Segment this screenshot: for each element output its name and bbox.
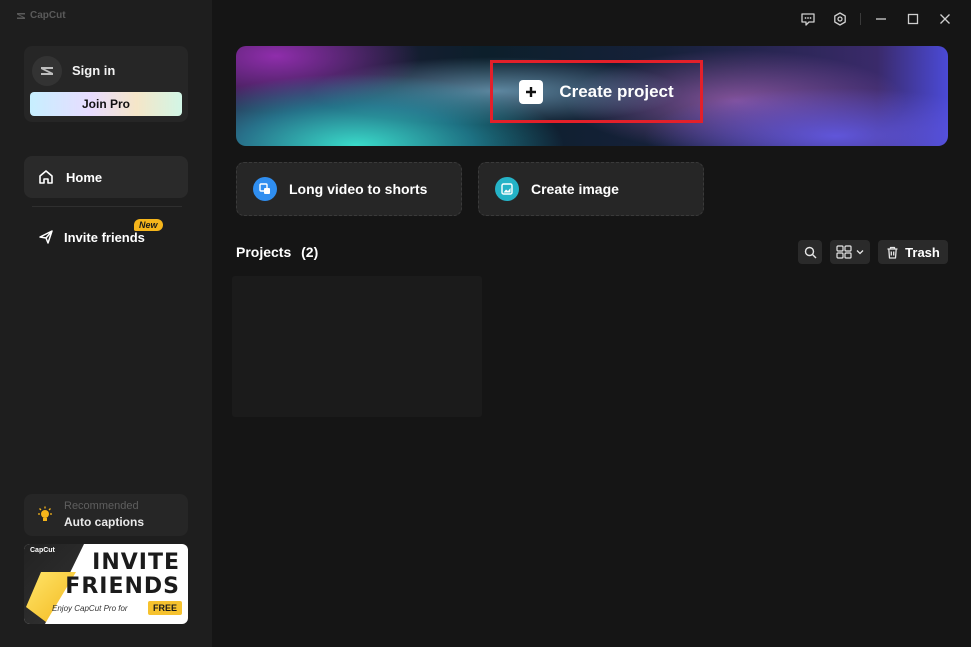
sidebar-item-label: Invite friends	[64, 229, 145, 245]
recommended-card[interactable]: Recommended Auto captions	[24, 494, 188, 536]
titlebar	[792, 10, 961, 28]
create-project-button[interactable]: Create project	[490, 60, 703, 123]
maximize-icon	[907, 13, 919, 25]
avatar[interactable]	[32, 56, 62, 86]
projects-heading: Projects (2)	[236, 244, 318, 260]
account-card: Sign in Join Pro	[24, 46, 188, 122]
sidebar-item-invite-friends[interactable]: Invite friends New	[24, 216, 188, 258]
sidebar-item-label: Home	[66, 169, 103, 185]
sidebar-item-home[interactable]: Home	[24, 156, 188, 198]
chevron-down-icon	[856, 250, 864, 255]
feature-label: Create image	[531, 181, 619, 197]
send-icon	[39, 230, 53, 244]
banner-headline: INVITE	[92, 550, 180, 575]
divider	[32, 206, 182, 207]
trash-label: Trash	[905, 244, 940, 260]
trash-button[interactable]: Trash	[878, 240, 948, 264]
settings-button[interactable]	[824, 10, 856, 28]
search-icon	[804, 246, 816, 258]
trash-icon	[887, 246, 898, 259]
close-button[interactable]	[929, 10, 961, 28]
shorts-icon	[253, 177, 277, 201]
sign-in-link[interactable]: Sign in	[72, 63, 115, 78]
view-mode-dropdown[interactable]	[830, 240, 870, 264]
brand: CapCut	[16, 10, 66, 21]
search-button[interactable]	[798, 240, 822, 264]
titlebar-separator	[860, 13, 861, 25]
brand-name: CapCut	[30, 10, 66, 21]
close-icon	[940, 14, 950, 24]
new-badge: New	[134, 219, 163, 231]
project-thumbnail[interactable]	[232, 276, 482, 417]
minimize-icon	[876, 18, 886, 20]
create-image-button[interactable]: Create image	[478, 162, 704, 216]
feedback-button[interactable]	[792, 10, 824, 28]
feature-label: Long video to shorts	[289, 181, 428, 197]
home-icon	[39, 170, 53, 184]
minimize-button[interactable]	[865, 10, 897, 28]
projects-count: (2)	[301, 244, 319, 260]
sidebar: CapCut Sign in Join Pro Home Invite frie…	[0, 0, 212, 647]
join-pro-button[interactable]: Join Pro	[30, 92, 182, 116]
grid-view-icon	[836, 245, 852, 259]
recommended-title: Auto captions	[64, 515, 144, 529]
banner-headline: FRIENDS	[65, 574, 180, 599]
feedback-icon	[801, 13, 815, 26]
projects-title: Projects	[236, 244, 292, 260]
lightbulb-icon	[38, 506, 52, 521]
image-icon	[495, 177, 519, 201]
free-tag: FREE	[148, 601, 183, 615]
banner-brand: CapCut	[30, 547, 55, 554]
capcut-logo-icon	[17, 12, 25, 19]
capcut-logo-icon	[41, 67, 53, 75]
create-project-label: Create project	[559, 81, 674, 101]
plus-icon	[519, 79, 544, 104]
settings-icon	[834, 12, 846, 26]
invite-friends-banner[interactable]: CapCut INVITE FRIENDS Enjoy CapCut Pro f…	[24, 544, 188, 624]
banner-subline: Enjoy CapCut Pro for	[52, 604, 128, 613]
long-video-to-shorts-button[interactable]: Long video to shorts	[236, 162, 462, 216]
maximize-button[interactable]	[897, 10, 929, 28]
recommended-label: Recommended	[64, 500, 139, 512]
